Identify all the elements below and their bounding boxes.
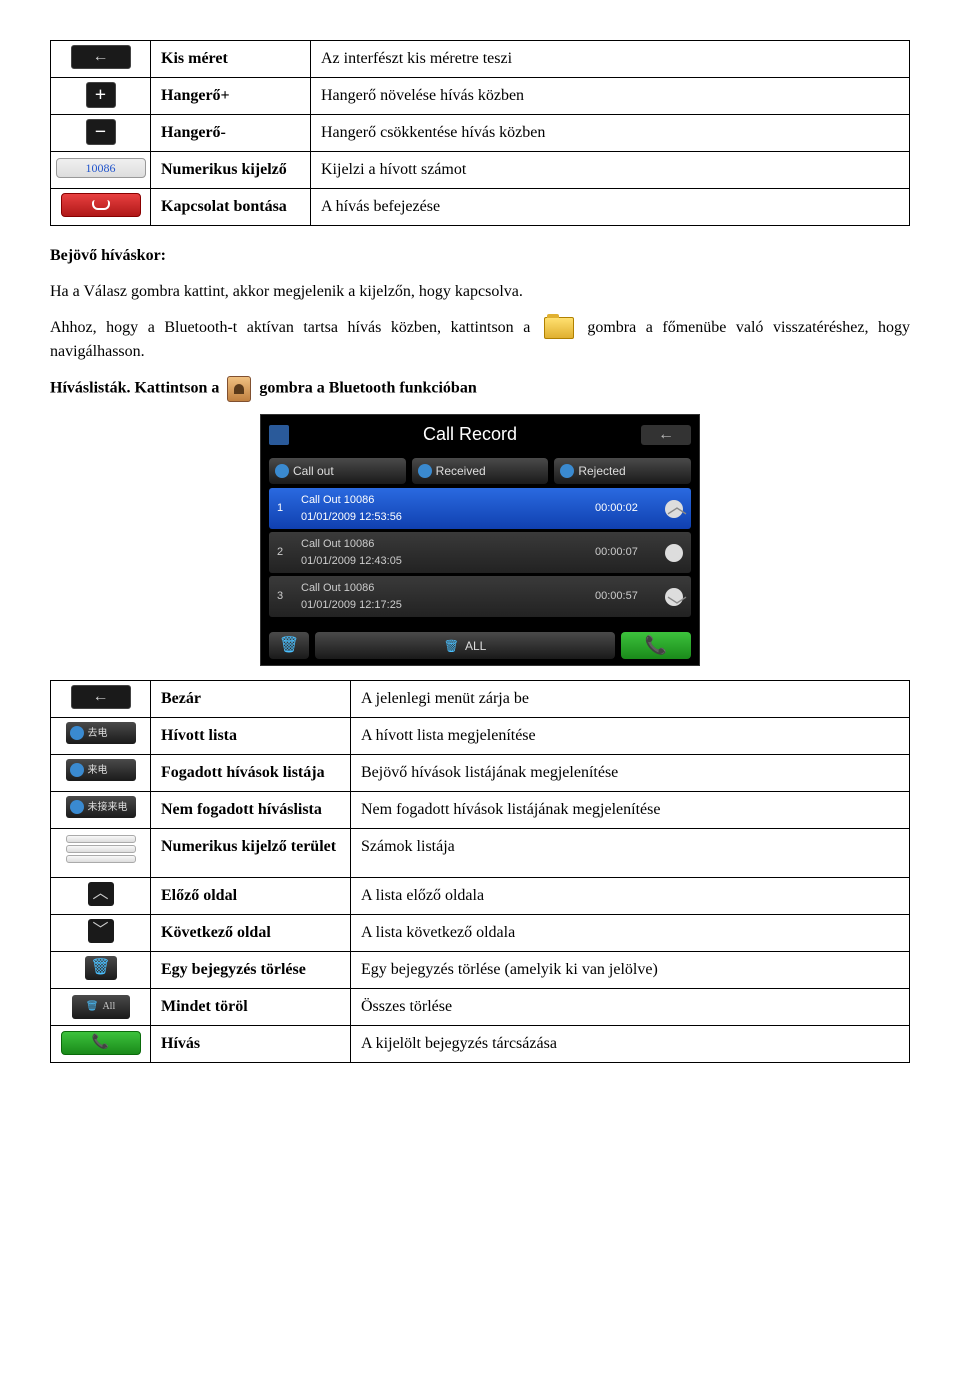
delete-all-button[interactable]: 🗑ALL [315,632,615,659]
back-button[interactable]: ← [641,425,691,445]
row-desc: Bejövő hívások listájának megjelenítése [351,755,910,792]
list-item[interactable]: 1 Call Out 1008601/01/2009 12:53:56 00:0… [269,488,691,529]
contact-icon [227,376,251,402]
call-controls-table: ← Kis méret Az interfészt kis méretre te… [50,40,910,226]
hangup-icon [61,193,141,217]
row-name: Kapcsolat bontása [151,189,311,226]
row-name: Bezár [151,681,351,718]
back-arrow-icon: ← [71,45,131,69]
row-name: Kis méret [151,41,311,78]
row-desc: Hangerő csökkentése hívás közben [311,115,910,152]
row-name: Hangerő- [151,115,311,152]
folder-icon [544,317,574,339]
row-name: Numerikus kijelző [151,152,311,189]
incoming-heading: Bejövő híváskor: [50,244,910,268]
row-desc: Egy bejegyzés törlése (amelyik ki van je… [351,952,910,989]
row-name: Egy bejegyzés törlése [151,952,351,989]
row-desc: Kijelzi a hívott számot [311,152,910,189]
incoming-p1: Ha a Válasz gombra kattint, akkor megjel… [50,280,910,304]
row-desc: A lista előző oldala [351,878,910,915]
row-desc: A jelenlegi menüt zárja be [351,681,910,718]
row-desc: Hangerő növelése hívás közben [311,78,910,115]
row-name: Hangerő+ [151,78,311,115]
contact-icon[interactable] [269,425,289,445]
phone-icon [560,464,574,478]
row-name: Nem fogadott híváslista [151,792,351,829]
row-desc: A hívott lista megjelenítése [351,718,910,755]
next-page-icon: ﹀ [88,919,114,943]
row-desc: Számok listája [351,829,910,878]
prev-page-icon: ︿ [88,882,114,906]
tab-callout[interactable]: Call out [269,458,406,484]
phone-icon [418,464,432,478]
call-button[interactable]: 📞 [621,632,691,659]
numeric-area-icon [66,833,136,865]
up-arrow-icon[interactable]: ︿ [667,492,687,522]
rejected-icon: 未接来电 [66,796,136,818]
minus-icon: − [86,119,116,145]
row-name: Numerikus kijelző terület [151,829,351,878]
list-item[interactable]: 3 Call Out 1008601/01/2009 12:17:25 00:0… [269,576,691,617]
tab-rejected[interactable]: Rejected [554,458,691,484]
down-arrow-icon[interactable]: ﹀ [667,592,687,622]
call-record-screenshot: Call Record ← Call out Received Rejected… [260,414,700,666]
row-name: Fogadott hívások listája [151,755,351,792]
row-desc: Nem fogadott hívások listájának megjelen… [351,792,910,829]
row-desc: A kijelölt bejegyzés tárcsázása [351,1026,910,1063]
row-desc: A hívás befejezése [311,189,910,226]
incoming-p2: Ahhoz, hogy a Bluetooth-t aktívan tartsa… [50,316,910,364]
received-icon: 来电 [66,759,136,781]
row-desc: Összes törlése [351,989,910,1026]
call-record-controls-table: ← Bezár A jelenlegi menüt zárja be 去电 Hí… [50,680,910,1063]
row-name: Hívás [151,1026,351,1063]
phone-icon [275,464,289,478]
callout-icon: 去电 [66,722,136,744]
numeric-display-icon: 10086 [56,158,146,178]
row-name: Előző oldal [151,878,351,915]
dial-icon: 📞 [61,1031,141,1055]
tab-received[interactable]: Received [412,458,549,484]
plus-icon: + [86,82,116,108]
back-arrow-icon: ← [71,685,131,709]
row-name: Következő oldal [151,915,351,952]
delete-button[interactable]: 🗑 [269,632,309,659]
delete-all-icon: 🗑All [72,995,130,1019]
list-item[interactable]: 2 Call Out 1008601/01/2009 12:43:05 00:0… [269,532,691,573]
row-desc: A lista következő oldala [351,915,910,952]
row-name: Mindet töröl [151,989,351,1026]
calllist-heading: Híváslisták. Kattintson a gombra a Bluet… [50,376,910,402]
delete-one-icon: 🗑 [85,956,117,980]
row-desc: Az interfészt kis méretre teszi [311,41,910,78]
row-name: Hívott lista [151,718,351,755]
screen-title: Call Record [299,421,641,448]
